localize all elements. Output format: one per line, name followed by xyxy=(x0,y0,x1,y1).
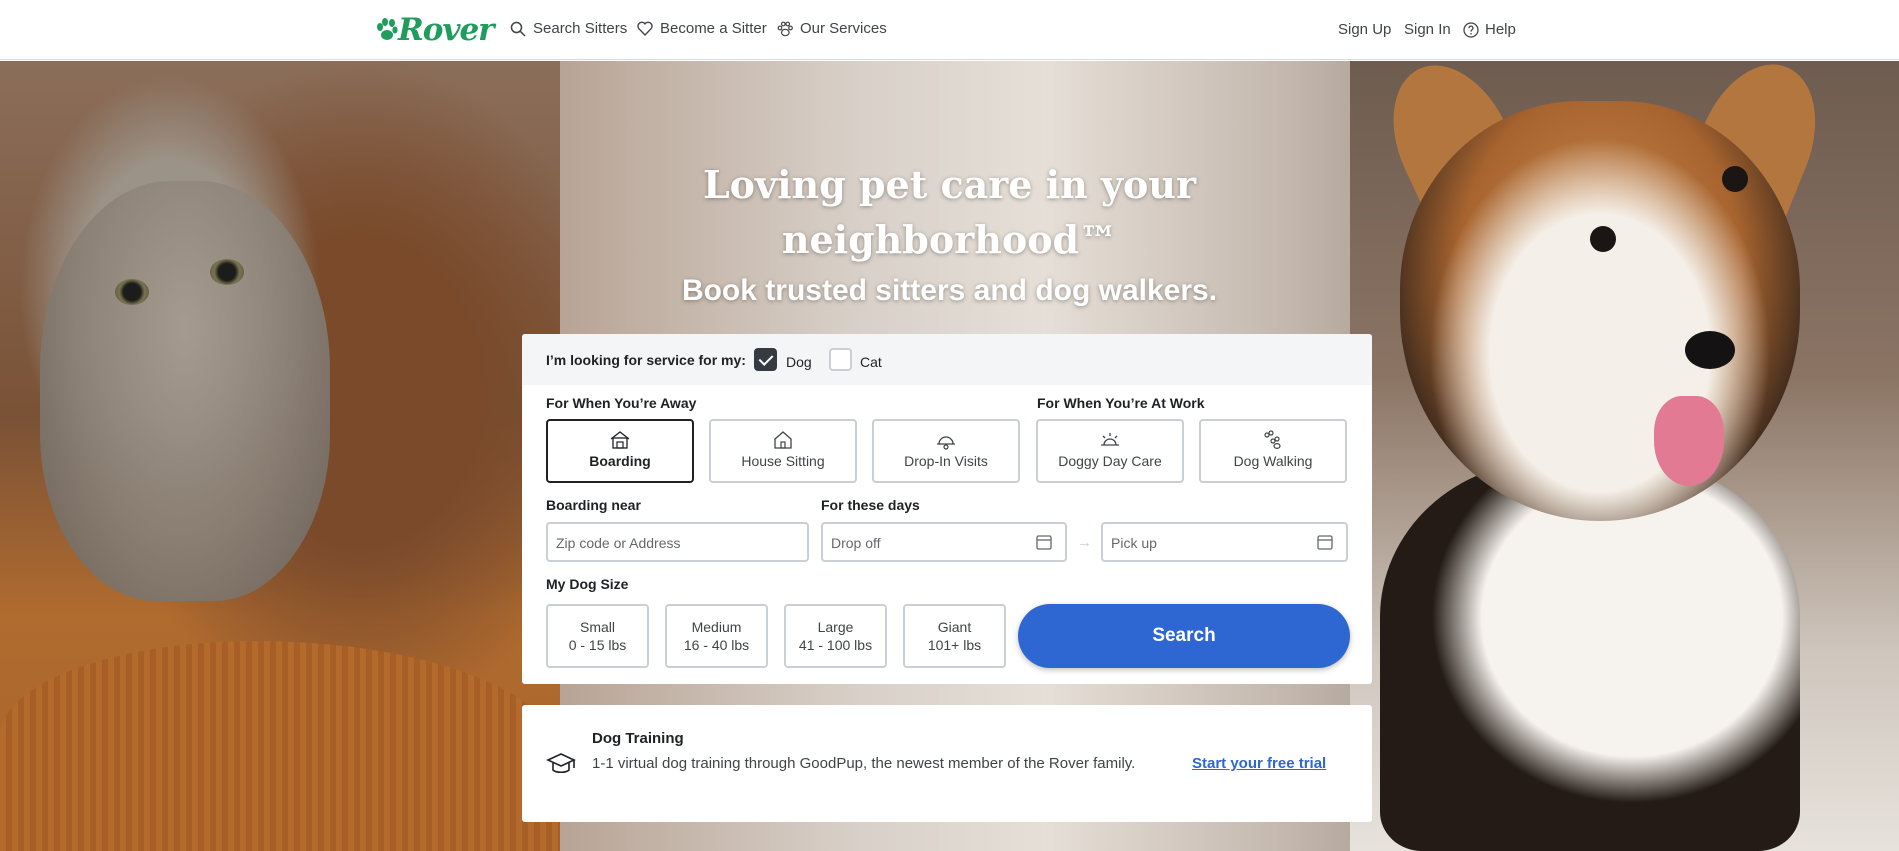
location-label: Boarding near xyxy=(546,497,641,513)
paw-icon xyxy=(777,21,793,36)
cat-checkbox[interactable] xyxy=(829,348,852,371)
paw-prints-icon xyxy=(1264,430,1281,450)
dog-size-label: My Dog Size xyxy=(546,576,629,592)
size-range: 41 - 100 lbs xyxy=(798,637,873,653)
nav-label: Our Services xyxy=(800,20,887,37)
away-heading: For When You’re Away xyxy=(546,395,697,411)
date-range-arrow-icon: → xyxy=(1077,534,1092,551)
sign-up-label: Sign Up xyxy=(1338,21,1392,38)
service-label: Dog Walking xyxy=(1233,453,1313,469)
dog-tongue xyxy=(1654,396,1724,486)
rover-logo[interactable]: Rover xyxy=(376,12,495,48)
sign-in-label: Sign In xyxy=(1404,21,1451,38)
help-link[interactable]: Help xyxy=(1463,21,1516,38)
top-nav: Rover Search Sitters Become a Sitter Our… xyxy=(0,0,1899,60)
sweater-shape xyxy=(0,641,560,851)
drop-off-input[interactable]: Drop off xyxy=(821,522,1067,562)
size-giant[interactable]: Giant 101+ lbs xyxy=(903,604,1006,668)
sun-icon xyxy=(1101,433,1119,446)
service-label: House Sitting xyxy=(741,453,825,469)
search-icon xyxy=(510,21,526,37)
paw-logo-icon xyxy=(377,18,398,40)
training-title: Dog Training xyxy=(592,730,684,747)
help-icon xyxy=(1463,21,1479,38)
dog-checkbox[interactable] xyxy=(754,348,777,371)
search-button[interactable]: Search xyxy=(1018,604,1350,668)
calendar-icon xyxy=(1317,535,1333,550)
graduation-cap-icon xyxy=(546,753,576,774)
location-input[interactable]: Zip code or Address xyxy=(546,522,809,562)
house-icon xyxy=(774,431,792,449)
nav-label: Search Sitters xyxy=(533,20,628,37)
drop-off-placeholder: Drop off xyxy=(831,535,881,551)
size-range: 0 - 15 lbs xyxy=(568,637,627,653)
sign-in-link[interactable]: Sign In xyxy=(1404,21,1451,38)
sign-up-link[interactable]: Sign Up xyxy=(1338,21,1391,38)
size-medium[interactable]: Medium 16 - 40 lbs xyxy=(665,604,768,668)
hero-title-line1: Loving pet care in your xyxy=(702,162,1197,207)
heart-icon xyxy=(637,21,653,36)
dog-checkbox-label: Dog xyxy=(786,354,812,370)
size-name: Medium xyxy=(691,619,742,635)
pick-up-input[interactable]: Pick up xyxy=(1101,522,1348,562)
start-free-trial-link[interactable]: Start your free trial xyxy=(1192,755,1326,772)
service-label: Drop-In Visits xyxy=(904,453,988,469)
size-large[interactable]: Large 41 - 100 lbs xyxy=(784,604,887,668)
cat-checkbox-label: Cat xyxy=(860,354,882,370)
nav-our-services[interactable]: Our Services xyxy=(777,20,887,37)
service-dog-walking[interactable]: Dog Walking xyxy=(1199,419,1347,483)
size-name: Small xyxy=(579,619,615,635)
location-placeholder: Zip code or Address xyxy=(556,535,681,551)
service-doggy-day-care[interactable]: Doggy Day Care xyxy=(1036,419,1184,483)
size-small[interactable]: Small 0 - 15 lbs xyxy=(546,604,649,668)
logo-text: Rover xyxy=(398,12,495,48)
service-boarding[interactable]: Boarding xyxy=(546,419,694,483)
service-label: Doggy Day Care xyxy=(1058,453,1162,469)
nav-label: Become a Sitter xyxy=(660,20,767,37)
size-range: 16 - 40 lbs xyxy=(683,637,750,653)
nav-search-sitters[interactable]: Search Sitters xyxy=(510,20,627,37)
help-label: Help xyxy=(1485,21,1516,38)
search-card: I’m looking for service for my: Dog Cat … xyxy=(522,334,1372,684)
hero-subtitle: Book trusted sitters and dog walkers. xyxy=(681,274,1218,307)
work-heading: For When You’re At Work xyxy=(1037,395,1205,411)
size-name: Large xyxy=(817,619,854,635)
dates-label: For these days xyxy=(821,497,920,513)
pick-up-placeholder: Pick up xyxy=(1111,535,1157,551)
calendar-icon xyxy=(1036,535,1052,550)
service-label: Boarding xyxy=(589,453,651,469)
boarding-icon xyxy=(610,431,630,449)
dog-training-card: Dog Training 1-1 virtual dog training th… xyxy=(522,705,1372,822)
service-drop-in-visits[interactable]: Drop-In Visits xyxy=(872,419,1020,483)
dog-nose xyxy=(1685,331,1735,369)
hero-title-line2: neighborhood™ xyxy=(781,217,1118,262)
drop-in-icon xyxy=(937,436,955,450)
training-description: 1-1 virtual dog training through GoodPup… xyxy=(592,755,1136,772)
size-range: 101+ lbs xyxy=(927,637,982,653)
service-house-sitting[interactable]: House Sitting xyxy=(709,419,857,483)
pet-type-prompt: I’m looking for service for my: xyxy=(546,352,746,368)
size-name: Giant xyxy=(937,619,972,635)
nav-become-sitter[interactable]: Become a Sitter xyxy=(637,20,767,37)
